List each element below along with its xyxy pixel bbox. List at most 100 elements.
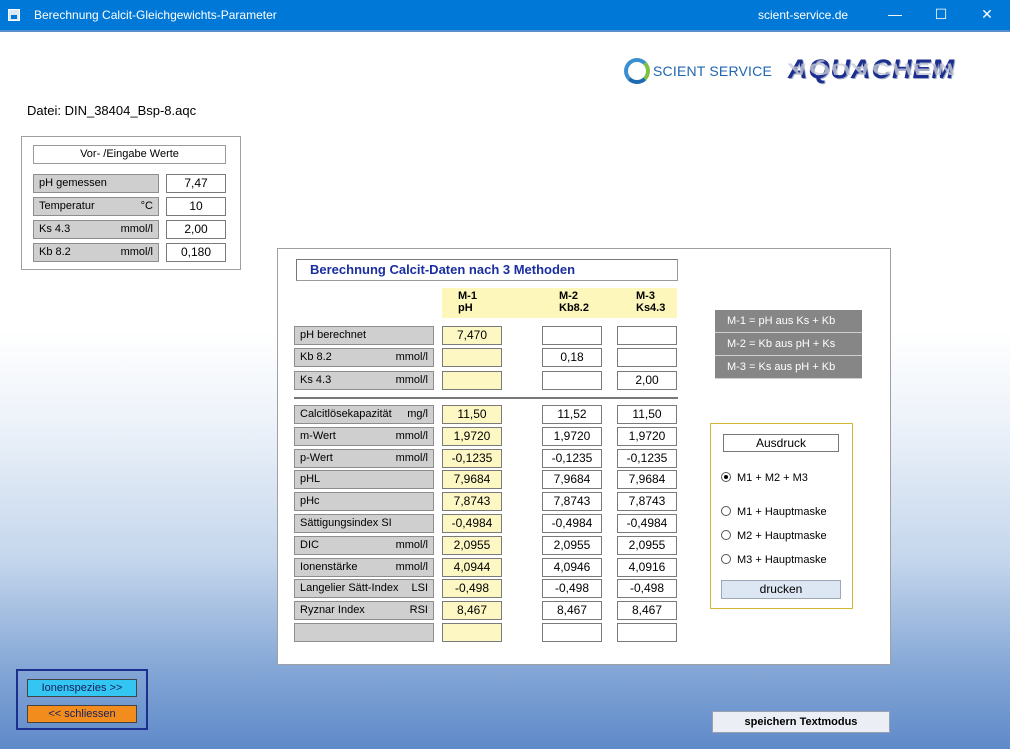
title-bar-border	[0, 30, 1010, 32]
calc-value-kb82-m3[interactable]	[617, 348, 677, 367]
calc-row-value-m1[interactable]: 4,0944	[442, 558, 502, 577]
calc-row-label: Langelier Sätt-Index LSI	[294, 579, 434, 598]
calc-row-value-m2[interactable]: -0,1235	[542, 449, 602, 468]
calc-value-ph-m1[interactable]: 7,470	[442, 326, 502, 345]
calc-row-value-m2[interactable]: -0,498	[542, 579, 602, 598]
app-icon[interactable]	[8, 9, 20, 21]
print-option-m2-hauptmaske[interactable]: M2 + Hauptmaske	[721, 530, 827, 542]
calc-row-value-m3[interactable]: 4,0916	[617, 558, 677, 577]
save-text-mode-button[interactable]: speichern Textmodus	[712, 711, 890, 733]
input-label-ks43: Ks 4.3 mmol/l	[33, 220, 159, 239]
calc-row-value-m3[interactable]: 2,0955	[617, 536, 677, 555]
calc-row-value-m2[interactable]	[542, 623, 602, 642]
calc-row-label: p-Wert mmol/l	[294, 449, 434, 468]
calc-row-value-m1[interactable]: -0,1235	[442, 449, 502, 468]
calc-row-value-m2[interactable]: 2,0955	[542, 536, 602, 555]
column-header-m1: M-1 pH	[442, 288, 501, 318]
scient-service-logo-icon	[624, 58, 650, 84]
input-field-kb82[interactable]: 0,180	[166, 243, 226, 262]
calc-value-ks43-m2[interactable]	[542, 371, 602, 390]
calc-row-value-m1[interactable]: -0,4984	[442, 514, 502, 533]
title-bar: Berechnung Calcit-Gleichgewichts-Paramet…	[0, 0, 1010, 32]
input-label-kb82: Kb 8.2 mmol/l	[33, 243, 159, 262]
calc-row-label: Ryznar Index RSI	[294, 601, 434, 620]
calc-row-label: DIC mmol/l	[294, 536, 434, 555]
input-field-ks43[interactable]: 2,00	[166, 220, 226, 239]
input-field-ph[interactable]: 7,47	[166, 174, 226, 193]
calc-value-kb82-m1[interactable]	[442, 348, 502, 367]
calc-row-value-m1[interactable]: 11,50	[442, 405, 502, 424]
calc-row-value-m3[interactable]: 7,9684	[617, 470, 677, 489]
calc-label-kb82: Kb 8.2 mmol/l	[294, 348, 434, 367]
aquachem-logo-reflection: AQUACHEM	[788, 60, 955, 78]
calc-row-value-m2[interactable]: 7,9684	[542, 470, 602, 489]
radio-icon[interactable]	[721, 506, 731, 516]
calc-row-value-m1[interactable]: 1,9720	[442, 427, 502, 446]
print-option-m1-hauptmaske[interactable]: M1 + Hauptmaske	[721, 506, 827, 518]
column-header-m3: M-3 Ks4.3	[601, 288, 677, 318]
print-button[interactable]: drucken	[721, 580, 841, 599]
calc-row-value-m1[interactable]	[442, 623, 502, 642]
calc-row-label: pHc	[294, 492, 434, 511]
print-options-title: Ausdruck	[723, 434, 839, 452]
calc-row-value-m2[interactable]: -0,4984	[542, 514, 602, 533]
maximize-button[interactable]: ☐	[918, 0, 964, 30]
calc-row-value-m2[interactable]: 7,8743	[542, 492, 602, 511]
calc-row-value-m1[interactable]: -0,498	[442, 579, 502, 598]
calc-row-value-m3[interactable]: 7,8743	[617, 492, 677, 511]
navigation-button-group: Ionenspezies >> << schliessen	[16, 669, 148, 730]
minimize-button[interactable]: —	[872, 0, 918, 30]
calc-row-value-m3[interactable]: -0,1235	[617, 449, 677, 468]
calc-row-label: pHL	[294, 470, 434, 489]
calc-row-value-m2[interactable]: 1,9720	[542, 427, 602, 446]
window-site-label: scient-service.de	[758, 8, 849, 22]
calc-panel-title: Berechnung Calcit-Daten nach 3 Methoden	[296, 259, 678, 281]
calcite-calc-panel: Berechnung Calcit-Daten nach 3 Methoden …	[277, 248, 891, 665]
calc-row-value-m3[interactable]: -0,498	[617, 579, 677, 598]
calc-value-ks43-m1[interactable]	[442, 371, 502, 390]
window-title: Berechnung Calcit-Gleichgewichts-Paramet…	[34, 8, 277, 22]
calc-row-value-m1[interactable]: 7,9684	[442, 470, 502, 489]
calc-row-value-m3[interactable]: 1,9720	[617, 427, 677, 446]
calc-label-ks43: Ks 4.3 mmol/l	[294, 371, 434, 390]
calc-row-value-m1[interactable]: 7,8743	[442, 492, 502, 511]
calc-row-label: Ionenstärke mmol/l	[294, 558, 434, 577]
calc-separator	[294, 397, 678, 399]
input-values-panel: Vor- /Eingabe Werte pH gemessen 7,47 Tem…	[21, 136, 241, 270]
calc-row-value-m2[interactable]: 8,467	[542, 601, 602, 620]
calc-row-value-m3[interactable]: 11,50	[617, 405, 677, 424]
calc-row-value-m2[interactable]: 4,0946	[542, 558, 602, 577]
calc-row-label: Sättigungsindex SI	[294, 514, 434, 533]
calc-value-ph-m2[interactable]	[542, 326, 602, 345]
calc-value-ks43-m3[interactable]: 2,00	[617, 371, 677, 390]
close-form-button[interactable]: << schliessen	[27, 705, 137, 723]
calc-row-value-m3[interactable]: -0,4984	[617, 514, 677, 533]
calc-row-label: m-Wert mmol/l	[294, 427, 434, 446]
calc-label-ph-berechnet: pH berechnet	[294, 326, 434, 345]
print-options-box: Ausdruck M1 + M2 + M3 M1 + Hauptmaske M2…	[710, 423, 853, 609]
file-name-label: Datei: DIN_38404_Bsp-8.aqc	[27, 103, 197, 118]
aquachem-logo: AQUACHEM AQUACHEM	[788, 52, 1000, 100]
scient-service-logo-text: SCIENT SERVICE	[653, 63, 772, 79]
calc-row-value-m1[interactable]: 8,467	[442, 601, 502, 620]
radio-icon[interactable]	[721, 554, 731, 564]
calc-row-value-m2[interactable]: 11,52	[542, 405, 602, 424]
calc-row-value-m3[interactable]: 8,467	[617, 601, 677, 620]
print-option-m3-hauptmaske[interactable]: M3 + Hauptmaske	[721, 554, 827, 566]
legend-item-m1: M-1 = pH aus Ks + Kb	[715, 310, 862, 333]
input-field-temperatur[interactable]: 10	[166, 197, 226, 216]
close-button[interactable]: ✕	[964, 0, 1010, 30]
legend-item-m2: M-2 = Kb aus pH + Ks	[715, 333, 862, 356]
radio-icon[interactable]	[721, 530, 731, 540]
calc-value-kb82-m2[interactable]: 0,18	[542, 348, 602, 367]
ionenspezies-button[interactable]: Ionenspezies >>	[27, 679, 137, 697]
radio-selected-icon[interactable]	[721, 472, 731, 482]
calc-row-label: Calcitlösekapazität mg/l	[294, 405, 434, 424]
input-label-temperatur: Temperatur °C	[33, 197, 159, 216]
calc-row-value-m1[interactable]: 2,0955	[442, 536, 502, 555]
calc-row-label	[294, 623, 434, 642]
input-label-ph: pH gemessen	[33, 174, 159, 193]
print-option-m1-m2-m3[interactable]: M1 + M2 + M3	[721, 472, 808, 484]
calc-row-value-m3[interactable]	[617, 623, 677, 642]
calc-value-ph-m3[interactable]	[617, 326, 677, 345]
